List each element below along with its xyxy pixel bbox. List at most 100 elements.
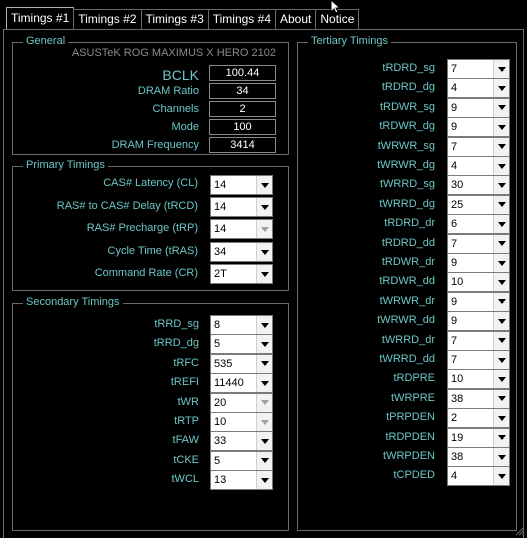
twrpre-value: 38: [451, 392, 464, 405]
tcpded-select[interactable]: 4: [447, 466, 510, 487]
resize-grip-icon[interactable]: [515, 526, 525, 536]
chevron-down-icon[interactable]: [256, 432, 272, 451]
trdpden-select[interactable]: 19: [447, 427, 510, 448]
trdwr-dd-select[interactable]: 10: [447, 272, 510, 293]
tab-timings-4[interactable]: Timings #4: [207, 9, 276, 29]
tab-timings-2[interactable]: Timings #2: [73, 9, 142, 29]
bclk-label: BCLK: [162, 67, 199, 83]
chevron-down-icon[interactable]: [256, 335, 272, 354]
trdwr-dr-select[interactable]: 9: [447, 253, 510, 273]
tfaw-select[interactable]: 33: [210, 431, 273, 452]
trdpre-select[interactable]: 10: [447, 369, 510, 390]
twcl-value: 13: [214, 474, 227, 487]
chevron-down-icon[interactable]: [493, 118, 509, 137]
chevron-down-icon[interactable]: [493, 292, 509, 311]
chevron-down-icon[interactable]: [493, 195, 509, 214]
trcd-select[interactable]: 14: [210, 197, 273, 217]
chevron-down-icon[interactable]: [493, 273, 509, 292]
chevron-down-icon[interactable]: [493, 254, 509, 272]
trdrd-dd-select[interactable]: 7: [447, 233, 510, 254]
trrd-sg-select[interactable]: 8: [210, 315, 273, 335]
twrwr-sg-select[interactable]: 7: [447, 136, 510, 157]
trdwr-sg-select[interactable]: 9: [447, 97, 510, 118]
twrwr-dd-select[interactable]: 9: [447, 311, 510, 332]
cas-latency-select[interactable]: 14: [210, 175, 273, 195]
twrpden-select[interactable]: 38: [447, 447, 510, 467]
tcke-value: 5: [214, 454, 221, 467]
tab-timings-1[interactable]: Timings #1: [6, 7, 75, 29]
trdwr-sg-value: 9: [451, 101, 458, 114]
trdrd-sg-value: 7: [451, 63, 458, 75]
chevron-down-icon[interactable]: [256, 243, 272, 261]
chevron-down-icon[interactable]: [493, 389, 509, 408]
twr-label: tWR: [177, 395, 199, 408]
chevron-down-icon[interactable]: [493, 137, 509, 156]
chevron-down-icon[interactable]: [493, 157, 509, 175]
chevron-down-icon[interactable]: [493, 312, 509, 331]
trdwr-dg-select[interactable]: 9: [447, 117, 510, 138]
chevron-down-icon[interactable]: [493, 448, 509, 466]
tab-timings-3[interactable]: Timings #3: [140, 9, 209, 29]
trdrd-sg-label: tRDRD_sg: [382, 62, 435, 74]
command-rate-select[interactable]: 2T: [210, 264, 273, 284]
chevron-down-icon[interactable]: [493, 234, 509, 253]
tcke-select[interactable]: 5: [210, 450, 273, 471]
twrrd-dg-label: tWRRD_dg: [379, 197, 435, 210]
chevron-down-icon[interactable]: [256, 471, 272, 490]
twrrd-dr-select[interactable]: 7: [447, 330, 510, 351]
chevron-down-icon[interactable]: [493, 467, 509, 486]
chevron-down-icon[interactable]: [493, 428, 509, 447]
twrrd-dd-select[interactable]: 7: [447, 350, 510, 370]
tprpden-select[interactable]: 2: [447, 408, 510, 429]
trdwr-dr-value: 9: [451, 257, 458, 269]
chevron-down-icon[interactable]: [493, 370, 509, 389]
trdwr-dd-value: 10: [451, 276, 464, 289]
chevron-down-icon[interactable]: [493, 215, 509, 234]
tab-about[interactable]: About: [275, 9, 317, 29]
dram-ratio-value: 34: [209, 83, 276, 99]
chevron-down-icon[interactable]: [256, 265, 272, 283]
chevron-down-icon[interactable]: [493, 60, 509, 78]
trdrd-dg-select[interactable]: 4: [447, 78, 510, 99]
dram-frequency-label: DRAM Frequency: [111, 139, 199, 151]
chevron-down-icon[interactable]: [493, 409, 509, 428]
chevron-down-icon[interactable]: [256, 413, 272, 431]
twrrd-dg-select[interactable]: 25: [447, 194, 510, 215]
chevron-down-icon[interactable]: [493, 331, 509, 350]
trtp-select[interactable]: 10: [210, 412, 273, 432]
twrwr-dr-select[interactable]: 9: [447, 291, 510, 312]
chevron-down-icon[interactable]: [493, 98, 509, 117]
chevron-down-icon[interactable]: [493, 79, 509, 98]
trdrd-dr-select[interactable]: 6: [447, 214, 510, 235]
twcl-select[interactable]: 13: [210, 470, 273, 491]
chevron-down-icon[interactable]: [256, 451, 272, 470]
tras-select[interactable]: 34: [210, 242, 273, 262]
chevron-down-icon[interactable]: [493, 351, 509, 369]
chevron-down-icon[interactable]: [256, 393, 272, 412]
chevron-down-icon[interactable]: [256, 354, 272, 373]
chevron-down-icon[interactable]: [493, 176, 509, 195]
trefi-label: tREFI: [170, 376, 199, 389]
trdrd-dr-label: tRDRD_dr: [384, 217, 435, 230]
trp-select[interactable]: 14: [210, 219, 273, 239]
twrrd-dr-label: tWRRD_dr: [381, 333, 435, 346]
twr-select[interactable]: 20: [210, 392, 273, 413]
chevron-down-icon[interactable]: [256, 176, 272, 194]
twr-value: 20: [214, 396, 227, 409]
twrrd-sg-select[interactable]: 30: [447, 175, 510, 196]
chevron-down-icon[interactable]: [256, 198, 272, 216]
trefi-select[interactable]: 11440: [210, 373, 273, 394]
twrwr-dd-label: tWRWR_dd: [377, 314, 435, 327]
trdpre-value: 10: [451, 373, 464, 386]
trdrd-sg-select[interactable]: 7: [447, 59, 510, 79]
twrrd-sg-value: 30: [451, 179, 464, 192]
trfc-value: 535: [214, 357, 233, 370]
chevron-down-icon[interactable]: [256, 374, 272, 393]
twrwr-dg-select[interactable]: 4: [447, 156, 510, 176]
twrpre-select[interactable]: 38: [447, 388, 510, 409]
general-group: General ASUSTeK ROG MAXIMUS X HERO 2102 …: [12, 35, 289, 155]
trrd-dg-select[interactable]: 5: [210, 334, 273, 355]
chevron-down-icon[interactable]: [256, 316, 272, 334]
trfc-select[interactable]: 535: [210, 353, 273, 374]
chevron-down-icon[interactable]: [256, 220, 272, 238]
